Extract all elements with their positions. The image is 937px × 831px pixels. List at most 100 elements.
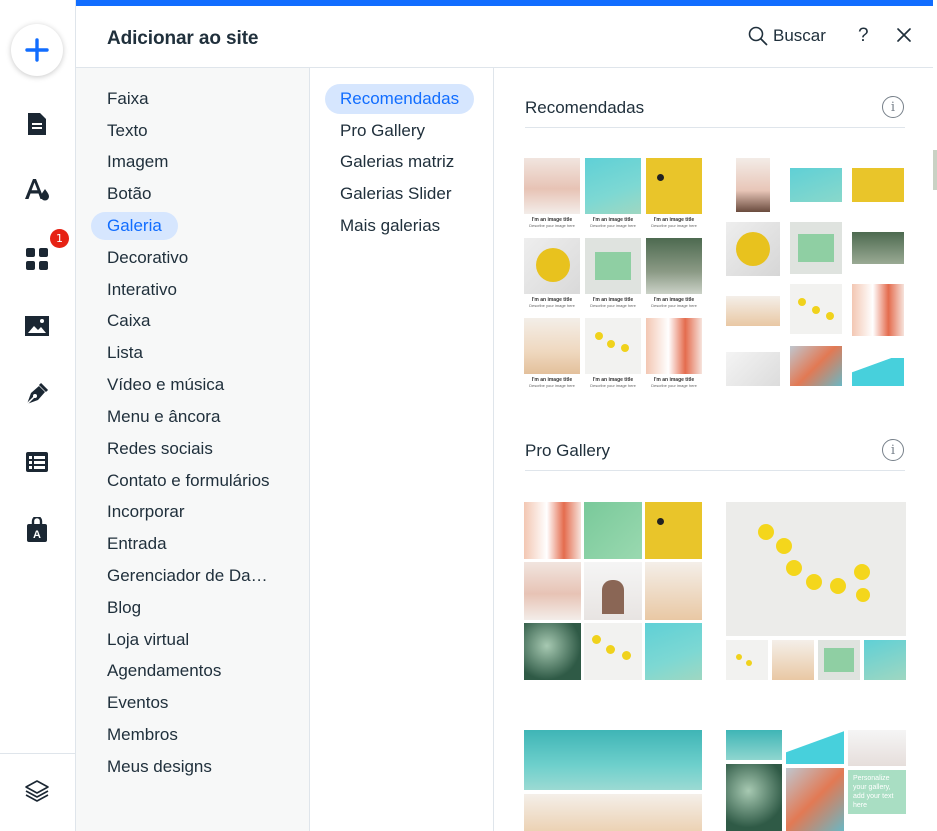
gallery-thumbnail (786, 730, 844, 764)
category-item-selected[interactable]: Galeria (91, 212, 178, 240)
gallery-preset-collage[interactable]: Personalize your gallery, add your text … (726, 730, 906, 831)
category-item[interactable]: Decorativo (91, 244, 204, 272)
image-description: Describe your image here (590, 223, 636, 228)
category-item[interactable]: Entrada (91, 530, 183, 558)
close-icon (897, 28, 911, 42)
gallery-hero-image (726, 502, 906, 636)
svg-text:A: A (33, 529, 41, 541)
section-divider (525, 127, 905, 128)
gallery-thumbnail (726, 352, 780, 386)
image-description: Describe your image here (651, 383, 697, 388)
gallery-thumbnail (852, 232, 904, 264)
layers-button[interactable] (17, 771, 57, 811)
pages-button[interactable] (17, 104, 57, 144)
section-divider (525, 470, 905, 471)
gallery-thumbnail (736, 158, 770, 212)
info-icon[interactable]: i (882, 96, 904, 118)
help-button[interactable]: ? (858, 25, 869, 47)
category-item[interactable]: Membros (91, 721, 194, 749)
gallery-thumbnail (848, 730, 906, 766)
gallery-thumbnail (726, 730, 782, 760)
category-item[interactable]: Texto (91, 117, 164, 145)
gallery-thumbnail (524, 730, 702, 790)
panel-edge (933, 0, 937, 831)
apps-button[interactable] (17, 239, 57, 279)
apps-notification-badge: 1 (50, 229, 69, 248)
category-item[interactable]: Caixa (91, 307, 166, 335)
gallery-thumbnail (645, 562, 702, 620)
gallery-thumbnail (524, 238, 580, 294)
category-item[interactable]: Agendamentos (91, 657, 237, 685)
gallery-thumbnail (864, 640, 906, 680)
close-button[interactable] (896, 27, 912, 48)
category-item[interactable]: Loja virtual (91, 626, 205, 654)
pen-icon (26, 382, 49, 405)
subcategory-item[interactable]: Pro Gallery (325, 116, 440, 146)
gallery-thumbnail (524, 158, 580, 214)
text-color-icon (25, 179, 49, 201)
category-item[interactable]: Redes sociais (91, 435, 229, 463)
subcategory-item[interactable]: Galerias matriz (325, 147, 469, 177)
market-button[interactable]: A (17, 510, 57, 550)
info-icon[interactable]: i (882, 439, 904, 461)
gallery-thumbnail (584, 502, 642, 559)
search-icon (748, 26, 768, 46)
search-button[interactable]: Buscar (748, 26, 826, 46)
category-item[interactable]: Vídeo e música (91, 371, 240, 399)
gallery-thumbnail (790, 222, 842, 274)
subcategory-list: Recomendadas Pro Gallery Galerias matriz… (310, 68, 494, 831)
category-item[interactable]: Eventos (91, 689, 184, 717)
gallery-thumbnail (585, 238, 641, 294)
category-item[interactable]: Incorporar (91, 498, 200, 526)
gallery-preset-slider[interactable] (524, 730, 702, 831)
design-button[interactable] (17, 170, 57, 210)
category-item[interactable]: Imagem (91, 148, 184, 176)
category-item[interactable]: Faixa (91, 85, 165, 113)
category-item[interactable]: Contato e formulários (91, 467, 286, 495)
gallery-thumbnail (524, 502, 581, 559)
gallery-thumbnail (646, 318, 702, 374)
section-title: Pro Gallery (525, 441, 611, 460)
canvas-peek (933, 150, 937, 190)
image-description: Describe your image here (590, 303, 636, 308)
gallery-thumbnail (726, 296, 780, 326)
category-item[interactable]: Gerenciador de Da… (91, 562, 284, 590)
gallery-thumbnail (790, 284, 842, 334)
gallery-preset-pro-grid[interactable] (524, 502, 702, 680)
category-item[interactable]: Interativo (91, 276, 193, 304)
subcategory-item-selected[interactable]: Recomendadas (325, 84, 475, 114)
gallery-thumbnail (584, 562, 642, 620)
image-description: Describe your image here (529, 223, 575, 228)
gallery-preset-pro-hero[interactable] (726, 502, 906, 680)
table-icon (26, 452, 48, 472)
search-label: Buscar (773, 26, 826, 45)
grid-icon (26, 248, 48, 270)
page-icon (28, 113, 46, 135)
gallery-thumbnail (726, 764, 782, 831)
blog-button[interactable] (17, 374, 57, 414)
gallery-thumbnail (584, 623, 642, 680)
image-description: Describe your image here (529, 303, 575, 308)
gallery-presets: Recomendadas i I'm an image title Descri… (494, 68, 933, 831)
category-item[interactable]: Lista (91, 339, 159, 367)
gallery-thumbnail (645, 623, 702, 680)
gallery-preset-grid-captions[interactable]: I'm an image title Describe your image h… (524, 158, 702, 388)
gallery-preset-mosaic[interactable] (726, 158, 906, 388)
gallery-thumbnail (524, 562, 581, 620)
media-button[interactable] (17, 306, 57, 346)
subcategory-item[interactable]: Galerias Slider (325, 179, 467, 209)
gallery-thumbnail (790, 346, 842, 386)
category-item[interactable]: Menu e âncora (91, 403, 236, 431)
category-item[interactable]: Blog (91, 594, 157, 622)
panel-title: Adicionar ao site (107, 28, 259, 49)
add-elements-button[interactable] (11, 24, 63, 76)
category-item[interactable]: Meus designs (91, 753, 228, 781)
gallery-thumbnail (726, 222, 780, 276)
gallery-thumbnail (646, 238, 702, 294)
subcategory-item[interactable]: Mais galerias (325, 211, 455, 241)
gallery-thumbnail (790, 168, 842, 202)
cms-button[interactable] (17, 442, 57, 482)
category-item[interactable]: Botão (91, 180, 167, 208)
layers-icon (25, 780, 49, 802)
gallery-thumbnail (646, 158, 702, 214)
